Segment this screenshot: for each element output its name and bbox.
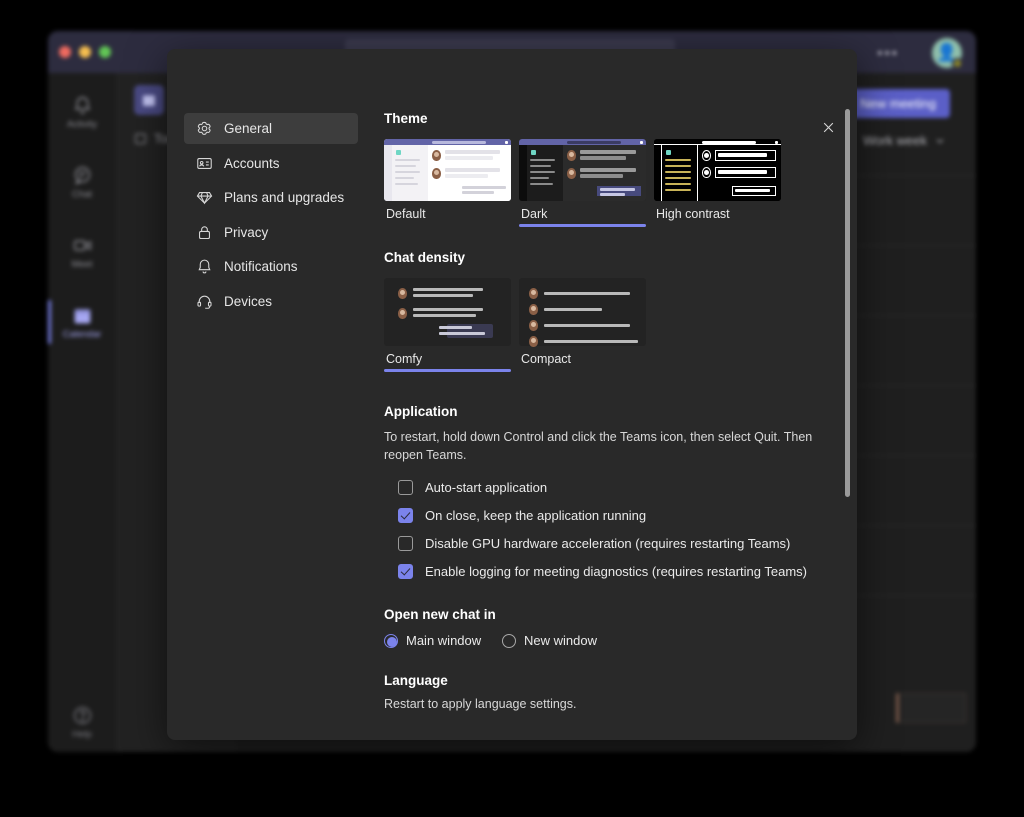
video-camera-icon [72, 235, 93, 256]
sidebar-item-label: Privacy [224, 225, 268, 240]
sidebar-item-activity[interactable]: Activity [48, 81, 116, 143]
theme-options: Default [384, 139, 824, 227]
sidebar-item-help[interactable]: Help [48, 705, 116, 740]
app-rail: Activity Chat Meet Calendar Help [48, 73, 116, 752]
chevron-down-icon [934, 135, 946, 147]
dialog-scrollbar[interactable] [845, 109, 850, 497]
sidebar-item-general[interactable]: General [184, 113, 358, 144]
sidebar-item-meet[interactable]: Meet [48, 221, 116, 283]
radio-dot[interactable] [502, 634, 516, 648]
bell-icon [196, 258, 213, 275]
sidebar-item-label: Accounts [224, 156, 280, 171]
application-heading: Application [384, 404, 824, 419]
view-selector[interactable]: Work week [863, 133, 946, 148]
selected-indicator [519, 224, 646, 227]
checkbox-enable-logging-diagnostics[interactable]: Enable logging for meeting diagnostics (… [384, 557, 824, 585]
checkbox-auto-start-application[interactable]: Auto-start application [384, 473, 824, 501]
active-indicator [48, 300, 51, 344]
status-badge [952, 58, 963, 69]
theme-option-label: Dark [519, 201, 646, 224]
settings-nav: General Accounts Plans and upgrades Priv… [184, 113, 358, 320]
checkbox-label: Auto-start application [425, 480, 547, 495]
headset-icon [196, 293, 213, 310]
chat-density-option-label: Comfy [384, 346, 511, 369]
calendar-icon [72, 305, 93, 326]
radio-dot[interactable] [384, 634, 398, 648]
settings-panel: Theme [384, 111, 824, 713]
checkbox-label: Enable logging for meeting diagnostics (… [425, 564, 807, 579]
chat-icon [72, 165, 93, 186]
radio-label: New window [524, 633, 597, 648]
settings-dialog: Settings General Accounts Plans and upgr… [167, 49, 857, 740]
checkbox-label: Disable GPU hardware acceleration (requi… [425, 536, 790, 551]
view-selector-label: Work week [863, 133, 927, 148]
question-circle-icon [72, 705, 93, 726]
sidebar-item-label: Chat [72, 189, 92, 200]
open-new-chat-heading: Open new chat in [384, 607, 824, 622]
checkbox-box[interactable] [398, 480, 413, 495]
new-meeting-button[interactable]: New meeting [846, 89, 950, 118]
sidebar-item-accounts[interactable]: Accounts [184, 148, 358, 179]
checkbox-box[interactable] [398, 536, 413, 551]
chat-density-thumbnail-comfy [384, 278, 511, 346]
radio-new-window[interactable]: New window [502, 633, 597, 648]
close-window-button[interactable] [59, 46, 71, 58]
chat-density-heading: Chat density [384, 250, 824, 265]
theme-thumbnail-default [384, 139, 511, 201]
checkbox-box[interactable] [398, 564, 413, 579]
lock-icon [196, 224, 213, 241]
radio-label: Main window [406, 633, 481, 648]
sidebar-item-label: Notifications [224, 259, 298, 274]
application-checkbox-group: Auto-start application On close, keep th… [384, 473, 824, 585]
minimize-window-button[interactable] [79, 46, 91, 58]
theme-thumbnail-dark [519, 139, 646, 201]
calendar-toggle-button[interactable] [134, 85, 164, 115]
radio-main-window[interactable]: Main window [384, 633, 502, 648]
calendar-icon [141, 92, 157, 108]
sidebar-item-label: Calendar [63, 329, 102, 340]
theme-option-high-contrast[interactable]: High contrast [654, 139, 781, 227]
contact-card-icon [196, 155, 213, 172]
gear-icon [196, 120, 213, 137]
sidebar-item-notifications[interactable]: Notifications [184, 251, 358, 282]
application-description: To restart, hold down Control and click … [384, 428, 816, 464]
theme-option-label: High contrast [654, 201, 781, 225]
checkbox-on-close-keep-running[interactable]: On close, keep the application running [384, 501, 824, 529]
maximize-window-button[interactable] [99, 46, 111, 58]
language-description: Restart to apply language settings. [384, 695, 816, 713]
diamond-icon [196, 189, 213, 206]
chat-density-options: Comfy Compact [384, 278, 824, 372]
sidebar-item-calendar[interactable]: Calendar [48, 291, 116, 353]
chat-density-option-comfy[interactable]: Comfy [384, 278, 511, 372]
theme-option-default[interactable]: Default [384, 139, 511, 227]
chat-density-option-label: Compact [519, 346, 646, 370]
chat-density-thumbnail-compact [519, 278, 646, 346]
theme-option-label: Default [384, 201, 511, 225]
theme-thumbnail-high-contrast [654, 139, 781, 201]
window-traffic-lights[interactable] [59, 46, 111, 58]
selected-indicator [384, 369, 511, 372]
sidebar-item-label: Help [72, 729, 92, 740]
sidebar-item-label: Plans and upgrades [224, 190, 344, 205]
today-icon [134, 132, 147, 145]
theme-heading: Theme [384, 111, 824, 126]
sidebar-item-label: Meet [71, 259, 92, 270]
sidebar-item-label: Activity [67, 119, 97, 130]
theme-option-dark[interactable]: Dark [519, 139, 646, 227]
bell-icon [72, 95, 93, 116]
checkbox-label: On close, keep the application running [425, 508, 646, 523]
sidebar-item-label: Devices [224, 294, 272, 309]
sidebar-item-plans-and-upgrades[interactable]: Plans and upgrades [184, 182, 358, 213]
chat-density-option-compact[interactable]: Compact [519, 278, 646, 372]
open-new-chat-radio-group: Main window New window [384, 633, 824, 648]
sidebar-item-privacy[interactable]: Privacy [184, 217, 358, 248]
sidebar-item-devices[interactable]: Devices [184, 286, 358, 317]
calendar-event[interactable] [896, 693, 966, 723]
more-options-icon[interactable]: ••• [877, 45, 899, 62]
checkbox-disable-gpu-acceleration[interactable]: Disable GPU hardware acceleration (requi… [384, 529, 824, 557]
checkbox-box[interactable] [398, 508, 413, 523]
language-heading: Language [384, 673, 824, 688]
sidebar-item-chat[interactable]: Chat [48, 151, 116, 213]
sidebar-item-label: General [224, 121, 272, 136]
